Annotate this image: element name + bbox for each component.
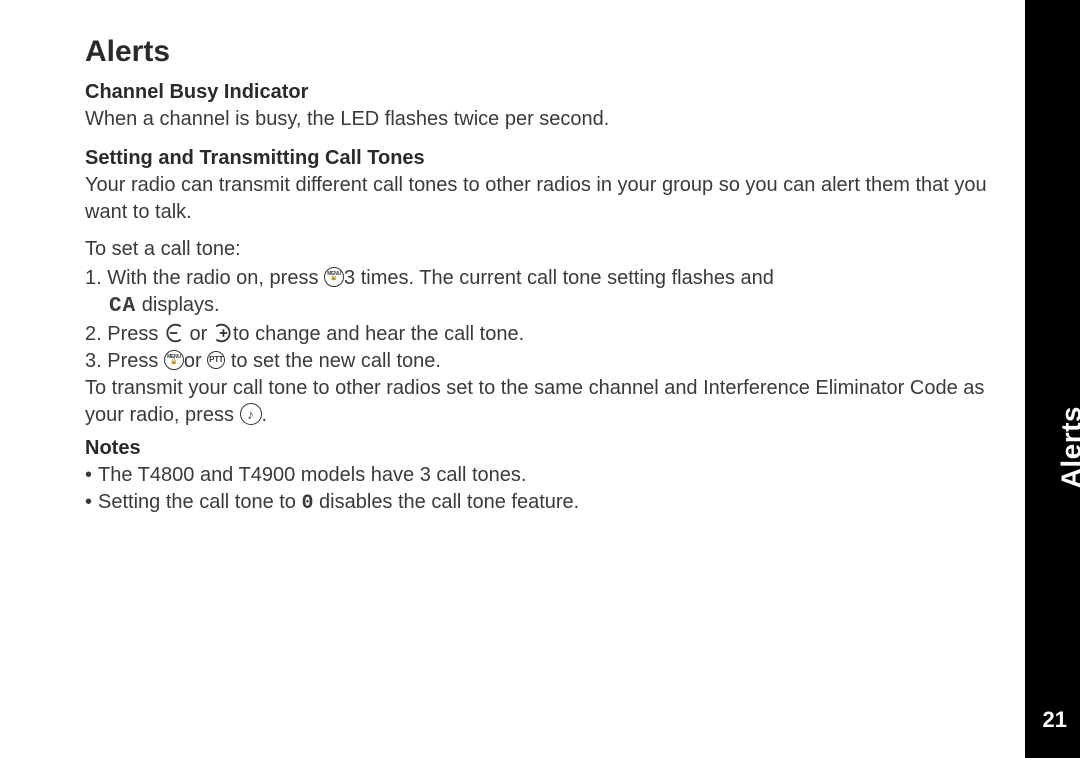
menu-button-icon: MENU🔒 bbox=[164, 350, 184, 370]
document-page: Alerts Channel Busy Indicator When a cha… bbox=[0, 0, 1080, 758]
note-item: • The T4800 and T4900 models have 3 call… bbox=[85, 462, 990, 489]
ptt-label: PTT bbox=[209, 356, 223, 364]
note-icon: ♪ bbox=[247, 408, 253, 421]
lcd-ca-icon: CA bbox=[109, 295, 136, 318]
text-fragment: 2. Press bbox=[85, 323, 164, 345]
section-heading-channel-busy: Channel Busy Indicator bbox=[85, 81, 990, 104]
body-text: To transmit your call tone to other radi… bbox=[85, 375, 990, 429]
page-number: 21 bbox=[1043, 707, 1067, 733]
text-fragment: 1. With the radio on, press bbox=[85, 267, 324, 289]
lcd-zero-icon: 0 bbox=[301, 492, 313, 515]
content-area: Alerts Channel Busy Indicator When a cha… bbox=[85, 35, 990, 517]
text-fragment: Setting the call tone to bbox=[98, 491, 301, 513]
menu-button-icon: MENU🔒 bbox=[324, 267, 344, 287]
step-3: 3. Press MENU🔒or PTT to set the new call… bbox=[85, 348, 990, 375]
bullet: • bbox=[85, 462, 92, 489]
text-fragment: to set the new call tone. bbox=[225, 350, 441, 372]
minus-arrow-icon bbox=[164, 323, 184, 343]
body-text: When a channel is busy, the LED flashes … bbox=[85, 106, 990, 133]
text-fragment: 3. Press bbox=[85, 350, 164, 372]
step-2: 2. Press or to change and hear the call … bbox=[85, 321, 990, 348]
bullet: • bbox=[85, 489, 92, 516]
text-fragment: displays. bbox=[136, 294, 219, 316]
tab-label: Alerts bbox=[1055, 406, 1080, 488]
section-heading-call-tones: Setting and Transmitting Call Tones bbox=[85, 147, 990, 170]
ptt-button-icon: PTT bbox=[207, 351, 225, 369]
page-title: Alerts bbox=[85, 35, 990, 69]
text-fragment: To transmit your call tone to other radi… bbox=[85, 377, 984, 426]
text-fragment: Setting the call tone to 0 disables the … bbox=[98, 489, 579, 517]
text-fragment: . bbox=[262, 404, 268, 426]
text-fragment: The T4800 and T4900 models have 3 call t… bbox=[98, 462, 526, 489]
step-1-cont: CA displays. bbox=[85, 292, 990, 321]
text-fragment: or bbox=[184, 323, 213, 345]
side-tab: Alerts 21 bbox=[1025, 0, 1080, 758]
text-fragment: disables the call tone feature. bbox=[314, 491, 580, 513]
text-fragment: or bbox=[184, 350, 207, 372]
lock-icon: 🔒 bbox=[170, 360, 177, 365]
step-1: 1. With the radio on, press MENU🔒3 times… bbox=[85, 265, 990, 292]
note-item: • Setting the call tone to 0 disables th… bbox=[85, 489, 990, 517]
section-heading-notes: Notes bbox=[85, 437, 990, 460]
text-fragment: 3 times. The current call tone setting f… bbox=[344, 267, 774, 289]
text-fragment: to change and hear the call tone. bbox=[233, 323, 524, 345]
body-text: Your radio can transmit different call t… bbox=[85, 172, 990, 226]
call-tone-button-icon: ♪ bbox=[240, 403, 262, 425]
body-text: To set a call tone: bbox=[85, 236, 990, 263]
plus-arrow-icon bbox=[213, 323, 233, 343]
lock-icon: 🔒 bbox=[330, 276, 337, 281]
